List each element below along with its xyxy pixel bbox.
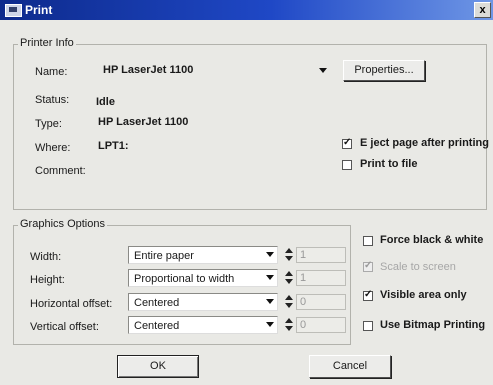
width-label: Width: — [30, 251, 62, 263]
width-select[interactable]: Entire paper — [128, 246, 278, 264]
horizontal-offset-spinner[interactable] — [284, 294, 294, 310]
vertical-offset-select[interactable]: Centered — [128, 316, 278, 334]
eject-page-label[interactable]: E ject page after printing — [360, 137, 489, 149]
properties-button[interactable]: Properties... — [343, 60, 425, 81]
vertical-offset-number: 0 — [300, 319, 307, 331]
height-select-value: Proportional to width — [134, 273, 235, 285]
spin-down-icon[interactable] — [285, 303, 293, 308]
force-black-white-checkbox[interactable] — [363, 236, 373, 246]
use-bitmap-printing-label[interactable]: Use Bitmap Printing — [380, 319, 485, 331]
type-value: HP LaserJet 1100 — [98, 116, 189, 128]
vertical-offset-label: Vertical offset: — [30, 321, 99, 333]
chevron-down-icon[interactable] — [266, 322, 274, 327]
visible-area-only-label[interactable]: Visible area only — [380, 289, 467, 301]
close-button[interactable]: x — [474, 2, 491, 18]
scale-to-screen-label: Scale to screen — [380, 261, 456, 273]
horizontal-offset-number: 0 — [300, 296, 307, 308]
spin-down-icon[interactable] — [285, 256, 293, 261]
height-spinner[interactable] — [284, 270, 294, 286]
horizontal-offset-number-field[interactable]: 0 — [296, 294, 346, 310]
horizontal-offset-value: Centered — [134, 297, 180, 309]
graphics-options-label: Graphics Options — [18, 218, 107, 230]
name-label: Name: — [35, 66, 68, 78]
vertical-offset-spinner[interactable] — [284, 317, 294, 333]
chevron-down-icon[interactable] — [266, 299, 274, 304]
spin-up-icon[interactable] — [285, 318, 293, 323]
chevron-down-icon[interactable] — [266, 275, 274, 280]
scale-to-screen-checkbox — [363, 260, 373, 272]
status-label: Status: — [35, 94, 70, 106]
cancel-button[interactable]: Cancel — [309, 355, 391, 378]
type-label: Type: — [35, 118, 62, 130]
printer-info-label: Printer Info — [18, 37, 76, 49]
horizontal-offset-label: Horizontal offset: — [30, 298, 113, 310]
eject-page-checkbox[interactable] — [342, 137, 352, 149]
visible-area-only-checkbox[interactable] — [363, 289, 373, 301]
print-dialog: Print x Printer Info Name: HP LaserJet 1… — [0, 0, 493, 385]
spin-up-icon[interactable] — [285, 295, 293, 300]
comment-label: Comment: — [35, 165, 86, 177]
printer-name-value: HP LaserJet 1100 — [103, 64, 194, 76]
print-to-file-checkbox[interactable] — [342, 160, 352, 170]
ok-button[interactable]: OK — [117, 355, 199, 378]
use-bitmap-printing-checkbox[interactable] — [363, 321, 373, 331]
spin-down-icon[interactable] — [285, 279, 293, 284]
print-to-file-label[interactable]: Print to file — [360, 158, 417, 170]
printer-name-select[interactable]: HP LaserJet 1100 — [98, 61, 330, 81]
where-value: LPT1: — [98, 140, 129, 152]
height-number: 1 — [300, 272, 307, 284]
force-black-white-label[interactable]: Force black & white — [380, 234, 483, 246]
height-number-field[interactable]: 1 — [296, 270, 346, 286]
width-number-field[interactable]: 1 — [296, 247, 346, 263]
width-number: 1 — [300, 249, 307, 261]
vertical-offset-value: Centered — [134, 320, 180, 332]
chevron-down-icon[interactable] — [266, 252, 274, 257]
where-label: Where: — [35, 142, 71, 154]
spin-down-icon[interactable] — [285, 326, 293, 331]
window-title: Print — [25, 3, 53, 17]
vertical-offset-number-field[interactable]: 0 — [296, 317, 346, 333]
spin-up-icon[interactable] — [285, 271, 293, 276]
printer-app-icon — [5, 4, 22, 17]
title-bar[interactable]: Print x — [0, 0, 493, 20]
chevron-down-icon[interactable] — [319, 68, 327, 73]
height-select[interactable]: Proportional to width — [128, 269, 278, 287]
status-value: Idle — [96, 96, 115, 108]
spin-up-icon[interactable] — [285, 248, 293, 253]
height-label: Height: — [30, 274, 65, 286]
horizontal-offset-select[interactable]: Centered — [128, 293, 278, 311]
width-spinner[interactable] — [284, 247, 294, 263]
width-select-value: Entire paper — [134, 250, 194, 262]
